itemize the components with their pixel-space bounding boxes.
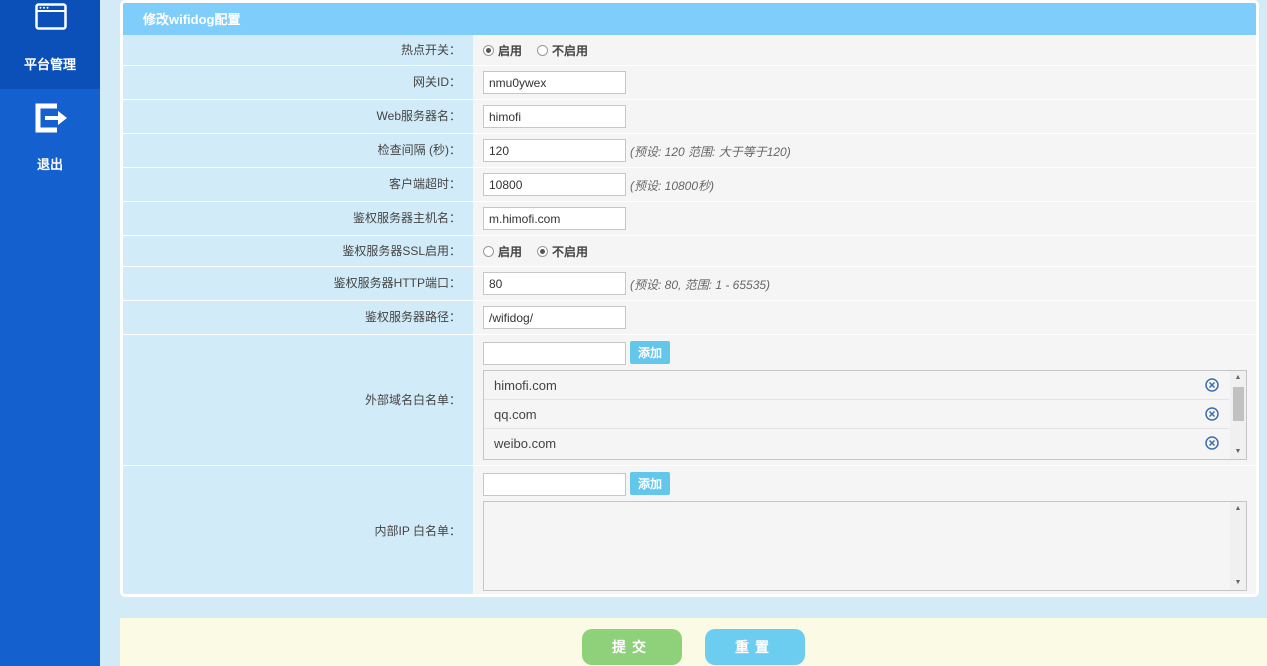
row-web-server: Web服务器名： bbox=[123, 100, 1256, 134]
list-item: qq.com bbox=[484, 400, 1229, 429]
scroll-up-icon[interactable]: ▲ bbox=[1230, 503, 1246, 515]
field-label: 外部域名白名单： bbox=[123, 335, 473, 465]
logout-icon bbox=[35, 103, 67, 133]
row-gateway-id: 网关ID： bbox=[123, 66, 1256, 100]
submit-button[interactable]: 提交 bbox=[582, 629, 682, 665]
web-server-input[interactable] bbox=[483, 105, 626, 128]
auth-path-input[interactable] bbox=[483, 306, 626, 329]
sidebar-item-label: 平台管理 bbox=[23, 57, 76, 72]
radio-label: 启用 bbox=[498, 44, 523, 58]
hotspot-disable-radio[interactable]: 不启用 bbox=[537, 42, 588, 59]
gateway-id-input[interactable] bbox=[483, 71, 626, 94]
row-hotspot: 热点开关： 启用 不启用 bbox=[123, 35, 1256, 66]
scroll-thumb[interactable] bbox=[1233, 387, 1244, 421]
domain-text: qq.com bbox=[494, 407, 537, 422]
hotspot-enable-radio[interactable]: 启用 bbox=[483, 42, 522, 59]
domain-whitelist-input[interactable] bbox=[483, 342, 626, 365]
reset-button[interactable]: 重置 bbox=[705, 629, 805, 665]
field-label: 内部IP 白名单： bbox=[123, 466, 473, 594]
check-interval-hint: (预设: 120 范围: 大于等于120) bbox=[630, 145, 791, 159]
ip-list-scrollbar[interactable]: ▲ ▼ bbox=[1230, 502, 1246, 590]
check-interval-input[interactable] bbox=[483, 139, 626, 162]
client-timeout-input[interactable] bbox=[483, 173, 626, 196]
panel-title: 修改wifidog配置 bbox=[123, 3, 1256, 35]
row-check-interval: 检查间隔 (秒)： (预设: 120 范围: 大于等于120) bbox=[123, 134, 1256, 168]
list-item: himofi.com bbox=[484, 371, 1229, 400]
field-label: 检查间隔 (秒)： bbox=[123, 134, 473, 167]
row-auth-host: 鉴权服务器主机名： bbox=[123, 202, 1256, 236]
config-panel: 修改wifidog配置 热点开关： 启用 不启用 网关ID： nmu0ywex … bbox=[120, 0, 1259, 597]
add-domain-button[interactable]: 添加 bbox=[630, 341, 670, 364]
window-icon bbox=[35, 3, 67, 30]
field-label: 鉴权服务器主机名： bbox=[123, 202, 473, 235]
client-timeout-hint: (预设: 10800秒) bbox=[630, 179, 715, 193]
scroll-down-icon[interactable]: ▼ bbox=[1230, 577, 1246, 589]
scroll-down-icon[interactable]: ▼ bbox=[1230, 446, 1246, 458]
field-label: 网关ID： bbox=[123, 66, 473, 99]
radio-dot bbox=[483, 45, 494, 56]
sidebar-item-platform-management[interactable]: 平台管理 bbox=[0, 0, 100, 89]
ip-whitelist-list[interactable]: ▲ ▼ bbox=[483, 501, 1247, 591]
radio-label: 启用 bbox=[498, 245, 523, 259]
sidebar-item-logout[interactable]: 退出 bbox=[0, 92, 100, 182]
row-auth-ssl: 鉴权服务器SSL启用： 启用 不启用 bbox=[123, 236, 1256, 267]
remove-circle-icon[interactable] bbox=[1205, 407, 1219, 421]
list-item: weibo.com bbox=[484, 429, 1229, 458]
radio-label: 不启用 bbox=[552, 44, 589, 58]
ip-whitelist-input[interactable] bbox=[483, 473, 626, 496]
auth-http-port-hint: (预设: 80, 范围: 1 - 65535) bbox=[630, 278, 771, 292]
form-footer: 提交 重置 bbox=[120, 618, 1267, 666]
field-label: 客户端超时： bbox=[123, 168, 473, 201]
auth-http-port-input[interactable] bbox=[483, 272, 626, 295]
row-ip-whitelist: 内部IP 白名单： 添加 ▲ ▼ bbox=[123, 466, 1256, 594]
row-domain-whitelist: 外部域名白名单： 添加 himofi.com qq.com weibo.com bbox=[123, 335, 1256, 466]
radio-label: 不启用 bbox=[552, 245, 589, 259]
domain-list-scrollbar[interactable]: ▲ ▼ bbox=[1230, 371, 1246, 459]
domain-whitelist-list[interactable]: himofi.com qq.com weibo.com ▲ ▼ bbox=[483, 370, 1247, 460]
auth-host-input[interactable] bbox=[483, 207, 626, 230]
ssl-disable-radio[interactable]: 不启用 bbox=[537, 243, 588, 260]
remove-circle-icon[interactable] bbox=[1205, 436, 1219, 450]
field-label: 鉴权服务器路径： bbox=[123, 301, 473, 334]
ssl-enable-radio[interactable]: 启用 bbox=[483, 243, 522, 260]
field-label: 鉴权服务器SSL启用： bbox=[123, 236, 473, 266]
sidebar-item-label: 退出 bbox=[36, 157, 63, 172]
add-ip-button[interactable]: 添加 bbox=[630, 472, 670, 495]
domain-text: himofi.com bbox=[494, 378, 557, 393]
remove-circle-icon[interactable] bbox=[1205, 378, 1219, 392]
field-label: 鉴权服务器HTTP端口： bbox=[123, 267, 473, 300]
radio-dot bbox=[537, 246, 548, 257]
scroll-up-icon[interactable]: ▲ bbox=[1230, 372, 1246, 384]
field-label: Web服务器名： bbox=[123, 100, 473, 133]
radio-dot bbox=[483, 246, 494, 257]
radio-dot bbox=[537, 45, 548, 56]
row-auth-path: 鉴权服务器路径： bbox=[123, 301, 1256, 335]
domain-text: weibo.com bbox=[494, 436, 557, 451]
field-label: 热点开关： bbox=[123, 35, 473, 65]
sidebar: 平台管理 退出 bbox=[0, 0, 100, 666]
row-auth-http-port: 鉴权服务器HTTP端口： (预设: 80, 范围: 1 - 65535) bbox=[123, 267, 1256, 301]
row-client-timeout: 客户端超时： (预设: 10800秒) bbox=[123, 168, 1256, 202]
